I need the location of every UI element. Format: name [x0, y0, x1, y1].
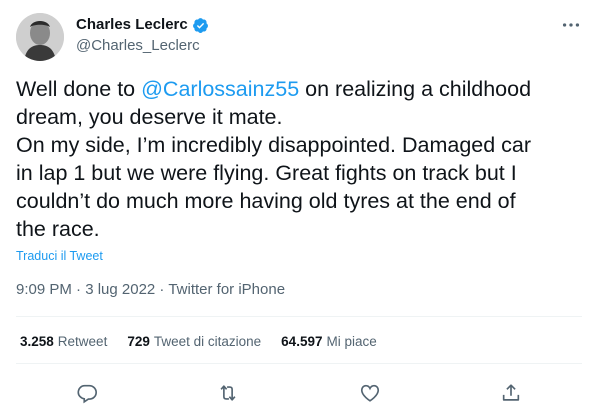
stat-likes[interactable]: 64.597 Mi piace: [281, 334, 377, 349]
divider: [16, 316, 582, 317]
verified-badge-icon: [192, 17, 208, 33]
tweet-text-rest: on realizing a childhood dream, you dese…: [16, 77, 532, 241]
stat-count: 64.597: [281, 334, 323, 349]
more-button[interactable]: [560, 14, 582, 36]
author-display-name[interactable]: Charles Leclerc: [76, 16, 188, 34]
author-handle[interactable]: @Charles_Leclerc: [76, 37, 200, 55]
avatar[interactable]: [16, 13, 64, 61]
retweet-button[interactable]: [216, 381, 240, 405]
reply-icon: [77, 384, 97, 404]
reply-button[interactable]: [75, 381, 99, 405]
retweet-icon: [220, 385, 236, 401]
action-bar: [16, 378, 582, 408]
avatar-photo: [16, 13, 64, 61]
share-icon: [503, 384, 520, 401]
more-icon: [562, 23, 580, 27]
translate-tweet-link[interactable]: Traduci il Tweet: [16, 249, 103, 263]
author-name-row: Charles Leclerc: [76, 16, 209, 34]
divider: [16, 363, 582, 364]
tweet-meta: 9:09 PM · 3 lug 2022 · Twitter for iPhon…: [16, 281, 286, 298]
stat-retweets[interactable]: 3.258 Retweet: [20, 334, 107, 349]
like-button[interactable]: [358, 381, 382, 405]
stat-label: Retweet: [57, 334, 108, 349]
stat-label: Mi piace: [326, 334, 377, 349]
stat-quote-tweets[interactable]: 729 Tweet di citazione: [127, 334, 261, 349]
share-button[interactable]: [499, 381, 523, 405]
stat-count: 3.258: [20, 334, 54, 349]
tweet-text-start: Well done to: [16, 77, 142, 101]
engagement-stats: 3.258 Retweet 729 Tweet di citazione 64.59…: [20, 334, 377, 349]
mention-link[interactable]: @Carlossainz55: [141, 77, 299, 101]
like-icon: [360, 384, 379, 402]
stat-label: Tweet di citazione: [153, 334, 262, 349]
stat-count: 729: [127, 334, 150, 349]
tweet-text: Well done to @Carlossainz55 on realizing…: [16, 75, 582, 243]
